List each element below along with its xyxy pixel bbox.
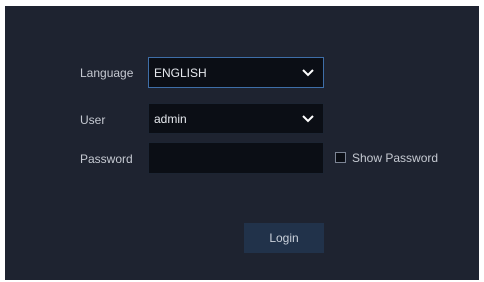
language-label: Language (80, 66, 134, 80)
user-value: admin (154, 111, 187, 126)
user-label: User (80, 113, 106, 127)
chevron-down-icon (302, 114, 314, 122)
show-password-label[interactable]: Show Password (352, 151, 438, 165)
user-select[interactable]: admin (148, 103, 324, 134)
language-select[interactable]: ENGLISH (148, 57, 324, 88)
login-button[interactable]: Login (244, 223, 324, 253)
show-password-checkbox[interactable] (335, 152, 346, 163)
chevron-down-icon (302, 68, 314, 76)
login-panel: Language ENGLISH User admin Password Sho… (5, 6, 479, 280)
password-field[interactable] (148, 142, 324, 174)
password-label: Password (80, 152, 133, 166)
language-value: ENGLISH (154, 65, 207, 80)
